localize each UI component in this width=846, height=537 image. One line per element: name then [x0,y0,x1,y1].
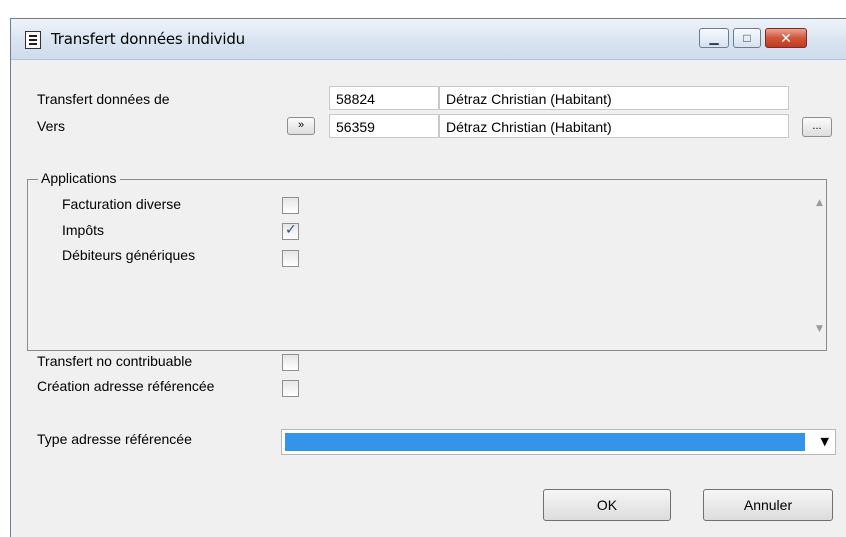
creation-adresse-label: Création adresse référencée [37,378,215,394]
checkbox-impots[interactable]: ✓ [282,222,299,240]
title-bar[interactable]: Transfert données individu ▁ □ ✕ [11,19,846,60]
app-label-impots: Impôts [62,222,105,238]
checkbox-debiteurs[interactable] [282,250,299,267]
chevron-down-icon[interactable]: ▼ [821,435,829,448]
checkmark-icon: ✓ [285,222,297,238]
minimize-button[interactable]: ▁ [699,28,729,48]
checkbox-no-contribuable[interactable] [282,354,299,371]
from-number-field[interactable]: 58824 [329,86,439,110]
scroll-down-icon[interactable]: ▼ [816,324,823,334]
to-number-field[interactable]: 56359 [329,114,439,138]
scroll-up-icon[interactable]: ▲ [816,198,823,208]
from-name-field[interactable]: Détraz Christian (Habitant) [439,86,789,110]
type-adresse-dropdown[interactable]: ▼ [281,429,836,455]
document-icon [25,31,41,49]
window-title: Transfert données individu [51,30,245,48]
maximize-button[interactable]: □ [733,28,761,48]
type-adresse-label: Type adresse référencée [37,431,192,447]
applications-group: Applications Facturation diverse Impôts … [27,170,827,351]
no-contribuable-label: Transfert no contribuable [37,353,193,369]
app-label-facturation: Facturation diverse [62,196,182,212]
dialog-window: Transfert données individu ▁ □ ✕ Transfe… [10,18,846,537]
ok-button[interactable]: OK [543,489,671,521]
checkbox-creation-adresse[interactable] [282,380,299,397]
transfer-from-label: Transfert données de [37,91,170,107]
to-name-field[interactable]: Détraz Christian (Habitant) [439,114,789,138]
app-label-debiteurs: Débiteurs génériques [62,247,196,263]
transfer-to-label: Vers [37,118,66,134]
type-adresse-selected-value [285,433,805,451]
checkbox-facturation[interactable] [282,197,299,214]
applications-legend: Applications [38,170,120,186]
browse-button[interactable]: ... [802,117,832,137]
cancel-button[interactable]: Annuler [703,489,833,521]
close-button[interactable]: ✕ [765,28,807,48]
copy-arrow-button[interactable]: » [287,117,315,135]
